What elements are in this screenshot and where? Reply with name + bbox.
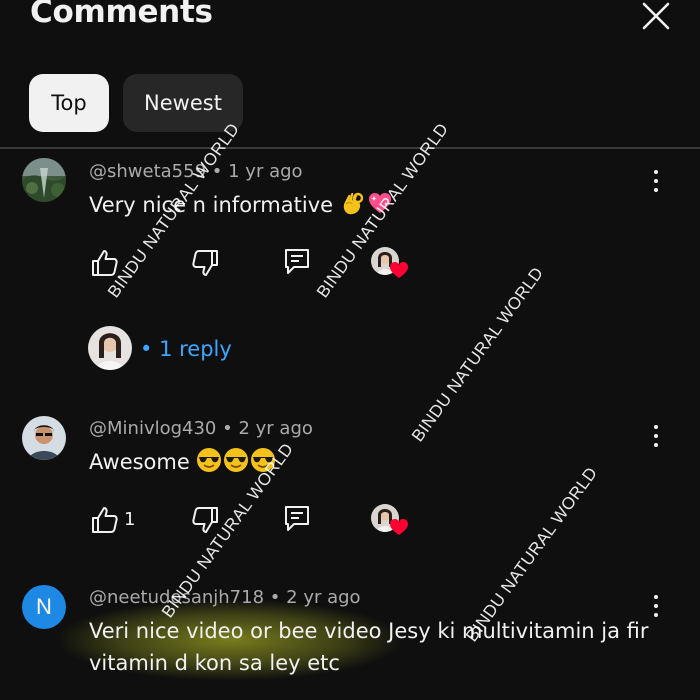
thumbs-down-icon	[192, 507, 218, 533]
thumbs-up-icon	[92, 250, 118, 276]
sunglasses-emoji	[250, 447, 276, 473]
comment-author[interactable]: @Minivlog430	[89, 418, 216, 439]
comment-author[interactable]: @neetudosanjh718	[89, 587, 264, 608]
avatar-image	[22, 158, 66, 202]
comment-reply-icon	[285, 249, 309, 274]
close-button[interactable]	[638, 0, 674, 34]
comment-reply-icon	[285, 506, 309, 531]
reply-bullet: •	[140, 337, 153, 361]
comments-header: Comments	[0, 0, 700, 40]
sort-chip-newest[interactable]: Newest	[123, 74, 243, 132]
more-options-button[interactable]	[644, 592, 668, 620]
kebab-dot-icon	[654, 170, 658, 174]
sunglasses-emoji	[196, 447, 222, 473]
sparkling-heart-emoji	[367, 190, 393, 216]
ok-hand-emoji	[340, 190, 366, 216]
comment-age: 1 yr ago	[228, 161, 303, 182]
avatar[interactable]: N	[22, 585, 66, 629]
comment-author-tail[interactable]: 9	[195, 161, 206, 182]
close-icon	[642, 2, 670, 30]
reply-button[interactable]	[282, 503, 312, 533]
kebab-dot-icon	[654, 188, 658, 192]
heart-icon	[390, 262, 408, 278]
comment-meta: @shweta559 • 1 yr ago	[89, 161, 303, 182]
kebab-dot-icon	[654, 604, 658, 608]
comment-body: Very nice n informative	[89, 189, 394, 221]
comment-author[interactable]: @shweta55	[89, 161, 195, 182]
thumbs-down-icon	[192, 250, 218, 276]
more-options-button[interactable]	[644, 167, 668, 195]
meta-separator: •	[269, 587, 281, 608]
meta-separator: •	[222, 418, 233, 439]
creator-heart-badge	[371, 504, 409, 538]
dislike-button[interactable]	[190, 248, 220, 278]
watermark-text: BINDU NATURAL WORLD	[408, 263, 548, 446]
kebab-dot-icon	[654, 595, 658, 599]
avatar-letter: N	[36, 594, 52, 619]
like-button[interactable]	[90, 248, 120, 278]
like-count: 1	[124, 509, 136, 530]
comment-age: 2 yr ago	[286, 587, 361, 608]
comment-text-line: Veri nice video or bee video Jesy ki mul…	[89, 619, 649, 643]
like-button[interactable]	[90, 505, 120, 535]
kebab-dot-icon	[654, 179, 658, 183]
replies-count: 1 reply	[159, 337, 232, 361]
creator-heart-badge	[371, 247, 409, 281]
avatar[interactable]	[22, 416, 66, 460]
thumbs-up-icon	[92, 507, 118, 533]
view-replies-link[interactable]: • 1 reply	[140, 337, 232, 361]
kebab-dot-icon	[654, 443, 658, 447]
comment-body: Awesome	[89, 446, 277, 478]
sort-chip-top[interactable]: Top	[29, 74, 109, 132]
reply-author-avatar	[88, 326, 132, 370]
comment-meta: @neetudosanjh718 • 2 yr ago	[89, 587, 361, 608]
more-options-button[interactable]	[644, 422, 668, 450]
comment-text: Awesome	[89, 450, 190, 474]
comment-text: Very nice n informative	[89, 193, 334, 217]
heart-icon	[390, 519, 408, 535]
kebab-dot-icon	[654, 434, 658, 438]
meta-separator: •	[211, 161, 223, 182]
comment-meta: @Minivlog430 • 2 yr ago	[89, 418, 313, 439]
kebab-dot-icon	[654, 613, 658, 617]
reply-button[interactable]	[282, 246, 312, 276]
avatar-image	[22, 416, 66, 460]
dislike-button[interactable]	[190, 505, 220, 535]
avatar[interactable]	[22, 158, 66, 202]
sunglasses-emoji	[223, 447, 249, 473]
comment-age: 2 yr ago	[238, 418, 313, 439]
page-title: Comments	[30, 0, 213, 30]
header-divider	[0, 147, 700, 149]
comment-text-line: vitamin d kon sa ley etc	[89, 651, 340, 675]
kebab-dot-icon	[654, 425, 658, 429]
